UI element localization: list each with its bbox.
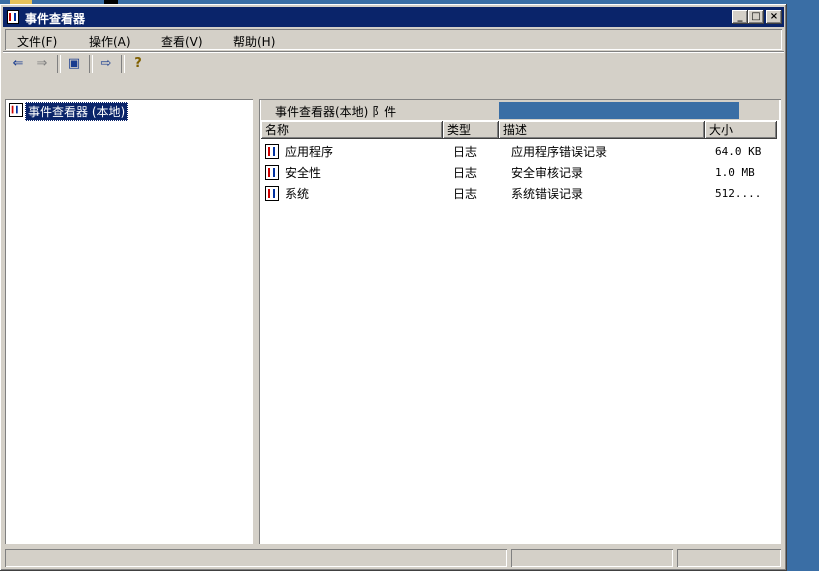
help-icon[interactable]: ? (129, 55, 147, 73)
log-type: 日志 (453, 145, 478, 159)
column-header-type[interactable]: 类型 (443, 121, 499, 139)
log-description: 安全审核记录 (511, 166, 584, 180)
console-tree-pane: 事件查看器 (本地) (5, 99, 253, 544)
status-cell-main (5, 549, 507, 567)
details-pane-header: 事件查看器(本地) 阝件 (261, 100, 779, 120)
desktop-background-right (789, 0, 819, 571)
log-description: 应用程序错误记录 (511, 145, 608, 159)
title-bar[interactable]: 事件查看器 _ □ × (3, 7, 784, 27)
details-pane-title: 事件查看器(本地) 阝件 (275, 105, 397, 119)
window-title: 事件查看器 (25, 12, 86, 26)
menu-action[interactable]: 操作(A) (89, 33, 131, 50)
list-item[interactable]: 安全性 日志 安全审核记录 1.0 MB (265, 162, 777, 182)
details-pane: 事件查看器(本地) 阝件 名称 类型 描述 大小 应用程序 日志 应用程序错误记… (259, 99, 781, 544)
close-button[interactable]: × (766, 10, 782, 24)
menu-bar: 文件(F) 操作(A) 查看(V) 帮助(H) (3, 29, 784, 51)
log-name: 系统 (285, 187, 310, 201)
event-viewer-icon (7, 10, 19, 24)
column-header-description[interactable]: 描述 (499, 121, 705, 139)
status-bar (3, 547, 784, 569)
maximize-button[interactable]: □ (748, 10, 764, 24)
event-viewer-node-icon (9, 103, 23, 117)
menu-file[interactable]: 文件(F) (17, 33, 57, 50)
forward-arrow-icon[interactable]: ⇒ (33, 55, 51, 73)
event-log-icon (265, 144, 279, 159)
log-name: 安全性 (285, 166, 322, 180)
list-item[interactable]: 应用程序 日志 应用程序错误记录 64.0 KB (265, 141, 777, 161)
log-size: 512.... (715, 187, 762, 200)
log-type: 日志 (453, 187, 478, 201)
export-list-icon[interactable]: ⇨ (97, 55, 115, 73)
log-name: 应用程序 (285, 145, 334, 159)
log-size: 64.0 KB (715, 145, 762, 158)
log-type: 日志 (453, 166, 478, 180)
column-header-name[interactable]: 名称 (261, 121, 443, 139)
event-viewer-window: 事件查看器 _ □ × 文件(F) 操作(A) 查看(V) 帮助(H) ⇐ ⇒ … (0, 4, 787, 571)
toolbar-separator (121, 55, 125, 73)
column-header-size[interactable]: 大小 (705, 121, 777, 139)
show-hide-tree-icon[interactable]: ▣ (65, 55, 83, 73)
event-log-icon (265, 186, 279, 201)
toolbar-separator (57, 55, 61, 73)
log-size: 1.0 MB (715, 166, 755, 179)
status-cell-right (677, 549, 781, 567)
menu-help[interactable]: 帮助(H) (233, 33, 275, 50)
toolbar-separator (89, 55, 93, 73)
list-item[interactable]: 系统 日志 系统错误记录 512.... (265, 183, 777, 203)
minimize-button[interactable]: _ (732, 10, 748, 24)
log-description: 系统错误记录 (511, 187, 584, 201)
status-cell-middle (511, 549, 673, 567)
back-arrow-icon[interactable]: ⇐ (9, 55, 27, 73)
menu-view[interactable]: 查看(V) (161, 33, 203, 50)
tree-item-label: 事件查看器 (本地) (25, 102, 129, 121)
header-highlight-bar (499, 102, 739, 119)
event-log-icon (265, 165, 279, 180)
toolbar: ⇐ ⇒ ▣ ⇨ ? (3, 51, 784, 75)
